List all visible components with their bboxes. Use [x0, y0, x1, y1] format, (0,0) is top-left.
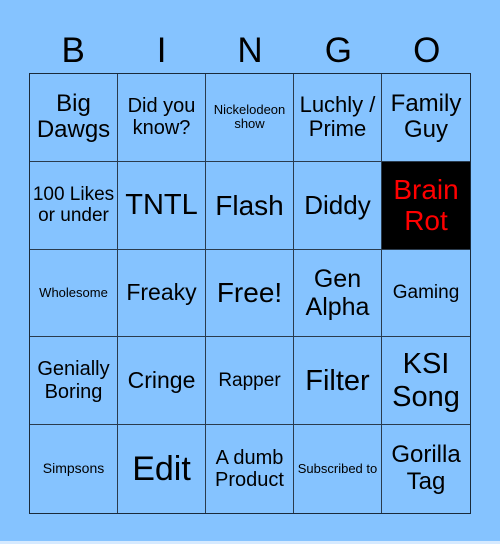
bingo-cell[interactable]: Cringe [118, 337, 206, 426]
bingo-cell[interactable]: KSI Song [382, 337, 470, 426]
header-letter-g: G [324, 31, 352, 70]
bingo-cell[interactable]: Gorilla Tag [382, 425, 470, 513]
bingo-cell[interactable]: Wholesome [30, 249, 118, 338]
bingo-cell[interactable]: Flash [206, 161, 294, 250]
bingo-cell[interactable]: TNTL [118, 161, 206, 250]
bingo-cell[interactable]: Big Dawgs [30, 74, 118, 162]
bingo-cell[interactable]: Simpsons [30, 425, 118, 513]
bingo-cell[interactable]: Gen Alpha [294, 249, 382, 338]
bingo-cell[interactable]: Genially Boring [30, 337, 118, 426]
header-letter-i: I [156, 31, 167, 70]
bingo-cell[interactable]: Did you know? [118, 74, 206, 162]
header-letter-n: N [237, 31, 263, 70]
bingo-cell[interactable]: Gaming [382, 250, 470, 338]
header-letter-o: O [413, 31, 441, 70]
bingo-cell[interactable]: Subscribed to [294, 425, 382, 513]
bingo-cell[interactable]: Freaky [118, 249, 206, 338]
bingo-cell[interactable]: Filter [294, 337, 382, 426]
bingo-cell[interactable]: Family Guy [382, 74, 470, 162]
header-letter-b: B [61, 31, 85, 70]
bingo-cell[interactable]: Diddy [294, 161, 382, 250]
bingo-header: B I N G O [29, 30, 471, 72]
bingo-grid: Big Dawgs Did you know? Nickelodeon show… [29, 73, 471, 514]
bingo-cell[interactable]: A dumb Product [206, 425, 294, 513]
bingo-cell[interactable]: Luchly / Prime [294, 74, 382, 162]
bingo-cell[interactable]: Edit [118, 425, 206, 513]
bingo-cell[interactable]: Nickelodeon show [206, 74, 294, 162]
bingo-cell[interactable]: Rapper [206, 337, 294, 426]
bingo-cell-marked[interactable]: Brain Rot [382, 161, 470, 250]
bingo-cell-free[interactable]: Free! [206, 249, 294, 338]
bingo-cell[interactable]: 100 Likes or under [30, 161, 118, 250]
